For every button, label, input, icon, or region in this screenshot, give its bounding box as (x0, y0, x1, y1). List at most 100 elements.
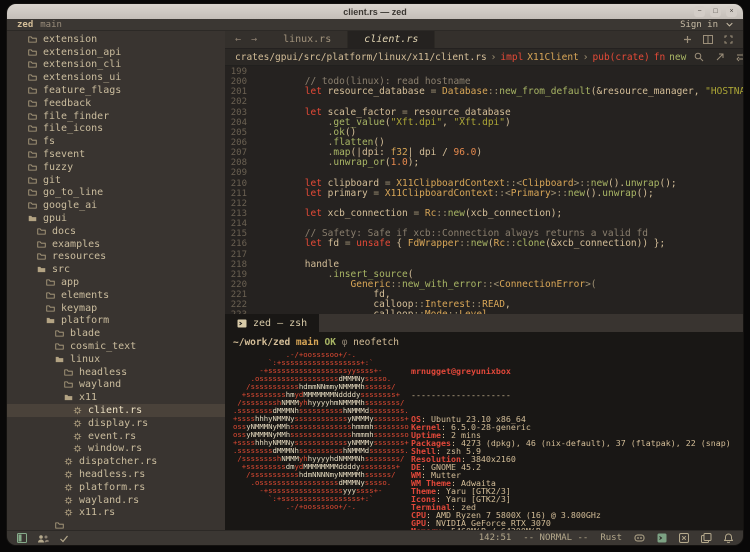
tree-item-label: fs (43, 136, 55, 147)
code-line: 213 let xcb_connection = Rc::new(xcb_con… (225, 209, 743, 219)
notifications-bell-icon[interactable] (724, 533, 733, 543)
tree-folder-row[interactable]: file_finder (7, 110, 225, 123)
tree-folder-row[interactable]: fs (7, 135, 225, 148)
go-to-definition-icon[interactable] (715, 52, 725, 62)
folder-icon (46, 278, 55, 287)
maximize-button[interactable]: □ (710, 6, 721, 17)
tree-folder-row[interactable]: extension_api (7, 46, 225, 59)
tree-folder-row[interactable]: google_ai (7, 199, 225, 212)
tree-folder-row[interactable]: feature_flags (7, 84, 225, 97)
tree-folder-row[interactable]: app (7, 276, 225, 289)
tree-file-row[interactable]: display.rs (7, 417, 225, 430)
tree-folder-row[interactable]: gpui (7, 212, 225, 225)
tree-folder-row[interactable]: fsevent (7, 148, 225, 161)
terminal-panel-toggle-icon[interactable] (657, 533, 667, 543)
terminal-tabbar: zed — zsh (225, 314, 743, 332)
terminal-output[interactable]: ~/work/zed main OK φ neofetch .-/+oossss… (225, 332, 743, 530)
tree-folder-row[interactable]: extension (7, 33, 225, 46)
tree-file-row[interactable]: x11.rs (7, 506, 225, 519)
line-number: 207 (225, 148, 259, 158)
tree-folder-row[interactable]: resources (7, 251, 225, 264)
terminal-icon (237, 319, 247, 328)
code-actions-icon[interactable] (736, 52, 743, 62)
collab-panel-icon[interactable] (37, 534, 49, 543)
tree-file-row[interactable]: headless.rs (7, 468, 225, 481)
buffer-search-icon[interactable] (694, 52, 704, 62)
tree-folder-row[interactable]: blade (7, 327, 225, 340)
project-name[interactable]: zed (17, 20, 33, 30)
line-number: 216 (225, 239, 259, 249)
tree-folder-row[interactable]: go_to_line (7, 187, 225, 200)
folder-open-icon (55, 355, 64, 364)
tree-folder-row[interactable]: extensions_ui (7, 71, 225, 84)
nav-forward-icon[interactable]: → (251, 34, 257, 45)
rust-file-icon (73, 444, 82, 453)
breadcrumb[interactable]: crates/gpui/src/platform/linux/x11/clien… (225, 49, 743, 66)
tree-folder-row[interactable]: platform (7, 315, 225, 328)
chevron-down-icon[interactable] (726, 22, 733, 27)
tree-folder-row[interactable]: keymap (7, 302, 225, 315)
line-number: 219 (225, 270, 259, 280)
nav-back-icon[interactable]: ← (235, 34, 241, 45)
rust-file-icon (64, 508, 73, 517)
rust-file-icon (64, 483, 73, 492)
tree-folder-row[interactable]: git (7, 174, 225, 187)
tabs-container: linux.rsclient.rs (267, 31, 435, 48)
new-tab-icon[interactable] (683, 35, 692, 44)
breadcrumb-segment: X11Client (527, 52, 578, 63)
line-number: 202 (225, 97, 259, 107)
tree-folder-row[interactable]: elements (7, 289, 225, 302)
tree-folder-row[interactable]: src (7, 263, 225, 276)
assistant-panel-icon[interactable] (701, 533, 712, 543)
minimize-button[interactable]: − (694, 6, 705, 17)
project-panel-toggle-icon[interactable] (17, 533, 27, 543)
tree-item-label: display.rs (88, 418, 148, 429)
line-number: 206 (225, 138, 259, 148)
tree-folder-row[interactable]: cosmic_text (7, 340, 225, 353)
code-editor[interactable]: 199200 // todo(linux): read hostname201 … (225, 66, 743, 314)
window-titlebar[interactable]: client.rs — zed − □ × (7, 4, 743, 19)
tree-file-row[interactable]: wayland.rs (7, 494, 225, 507)
tree-folder-row[interactable]: file_icons (7, 123, 225, 136)
app-topbar: zed main Sign in (7, 19, 743, 31)
tree-folder-row[interactable]: docs (7, 225, 225, 238)
tree-item-label: extensions_ui (43, 72, 121, 83)
editor-tab[interactable]: client.rs (348, 31, 435, 48)
tree-item-label: google_ai (43, 200, 97, 211)
expand-pane-icon[interactable] (724, 35, 733, 44)
tree-folder-row[interactable]: extension_cli (7, 59, 225, 72)
tree-folder-row[interactable]: feedback (7, 97, 225, 110)
tree-folder-row[interactable]: examples (7, 238, 225, 251)
tree-file-row[interactable]: dispatcher.rs (7, 455, 225, 468)
rust-file-icon (64, 470, 73, 479)
tree-file-row[interactable]: client.rs (7, 404, 225, 417)
line-number: 215 (225, 229, 259, 239)
tree-folder-row[interactable] (7, 519, 225, 530)
diagnostics-check-icon[interactable] (59, 534, 69, 543)
tree-item-label: git (43, 175, 61, 186)
tree-folder-row[interactable]: linux (7, 353, 225, 366)
sign-in-button[interactable]: Sign in (680, 20, 718, 30)
cursor-position[interactable]: 142:51 (479, 533, 512, 543)
tree-file-row[interactable]: event.rs (7, 430, 225, 443)
tree-folder-row[interactable]: wayland (7, 379, 225, 392)
language-selector[interactable]: Rust (600, 533, 622, 543)
close-button[interactable]: × (726, 6, 737, 17)
tree-folder-row[interactable]: headless (7, 366, 225, 379)
neofetch-underline: -------------------- (411, 391, 731, 399)
diagnostics-panel-icon[interactable] (679, 533, 689, 543)
terminal-tab[interactable]: zed — zsh (225, 314, 319, 332)
code-line: 216 let fd = unsafe { FdWrapper::new(Rc:… (225, 239, 743, 249)
tree-file-row[interactable]: window.rs (7, 443, 225, 456)
line-number: 204 (225, 118, 259, 128)
folder-icon (28, 201, 37, 210)
tree-folder-row[interactable]: x11 (7, 391, 225, 404)
editor-tab[interactable]: linux.rs (267, 31, 348, 48)
split-pane-icon[interactable] (703, 35, 713, 44)
tree-file-row[interactable]: platform.rs (7, 481, 225, 494)
copilot-icon[interactable] (634, 533, 645, 543)
git-branch[interactable]: main (40, 20, 62, 30)
line-number: 214 (225, 219, 259, 229)
tree-folder-row[interactable]: fuzzy (7, 161, 225, 174)
folder-icon (28, 163, 37, 172)
